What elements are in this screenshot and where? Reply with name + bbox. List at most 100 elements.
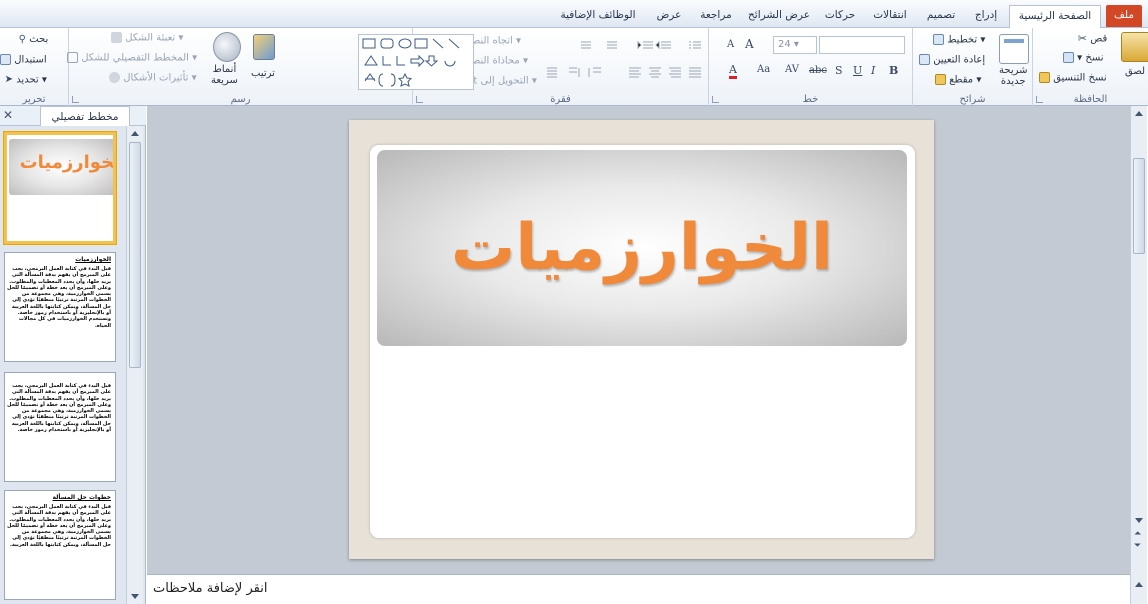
notes-placeholder[interactable]: انقر لإضافة ملاحظات — [153, 581, 267, 596]
copy-icon — [1063, 52, 1074, 63]
paragraph-buttons[interactable] — [543, 38, 703, 88]
slide-title[interactable]: الخوارزميات — [451, 211, 833, 285]
ltr-icon[interactable] — [569, 67, 580, 77]
columns-icon[interactable] — [581, 41, 591, 49]
bullets-icon[interactable] — [689, 41, 701, 49]
slide-thumbnail-1[interactable]: الخوارزميات — [4, 132, 116, 244]
line-spacing-icon[interactable] — [607, 41, 617, 49]
format-painter-button[interactable]: نسخ التنسيق — [1039, 72, 1107, 84]
paste-button[interactable]: لصق — [1125, 66, 1145, 77]
copy-button[interactable]: نسخ ▾ — [1063, 52, 1104, 64]
tab-insert[interactable]: إدراج — [967, 5, 1005, 27]
rtl-icon[interactable] — [588, 67, 601, 77]
brace-shape-icon[interactable] — [378, 73, 384, 87]
italic-button[interactable]: I — [871, 64, 875, 77]
tab-addins[interactable]: الوظائف الإضافية — [550, 5, 646, 27]
oval-shape-icon[interactable] — [398, 38, 412, 49]
rect-shape-icon[interactable] — [414, 38, 428, 49]
shadow-button[interactable]: S — [835, 64, 843, 77]
layout-button[interactable]: ▾ تخطيط — [933, 34, 985, 46]
font-dialog-launcher[interactable] — [712, 96, 719, 103]
shape-fill-button[interactable]: ▾ تعبئة الشكل — [111, 32, 183, 44]
grow-font-button[interactable]: A — [745, 37, 754, 51]
scroll-up-arrow-icon[interactable] — [131, 131, 139, 136]
slide-thumbnail-2[interactable]: الخوارزميات قبل البدء في كتابة العمل الب… — [4, 252, 116, 362]
canvas-scrollbar[interactable]: ⏶ ⏷ — [1130, 106, 1147, 574]
quick-styles-label-1: أنماط — [212, 64, 237, 75]
shapes-gallery-icons — [362, 38, 460, 87]
change-case-button[interactable]: Aa — [757, 64, 770, 75]
scroll-down-arrow-icon[interactable] — [131, 594, 139, 599]
shape-effects-button[interactable]: ▾ تأثيرات الأشكال — [109, 72, 197, 84]
notes-scroll-up-icon[interactable] — [1135, 582, 1143, 587]
slide-thumbnail-3[interactable]: قبل البدء في كتابة العمل البرمجي، يجب عل… — [4, 372, 116, 482]
align-right-icon[interactable] — [669, 67, 681, 78]
section-button[interactable]: ▾ مقطع — [935, 74, 981, 86]
slide-thumbnail-4[interactable]: خطوات حل المسألة قبل البدء في كتابة العم… — [4, 490, 116, 600]
tab-file[interactable]: ملف — [1106, 5, 1142, 27]
replace-button[interactable]: استبدال — [0, 54, 47, 66]
tab-slideshow[interactable]: عرض الشرائح — [744, 5, 814, 27]
canvas-scroll-thumb[interactable] — [1133, 158, 1145, 254]
decrease-indent-icon[interactable] — [655, 40, 671, 50]
columns-menu-icon[interactable] — [547, 67, 557, 78]
bold-button[interactable]: B — [889, 64, 898, 77]
star-shape-icon[interactable] — [397, 72, 413, 87]
freeform-shape-icon[interactable] — [364, 73, 376, 82]
tab-transitions[interactable]: انتقالات — [866, 5, 914, 27]
reset-button[interactable]: إعادة التعيين — [919, 54, 985, 66]
right-brace-shape-icon[interactable] — [390, 73, 396, 87]
quick-styles-button[interactable]: أنماط سريعة — [211, 64, 238, 86]
quick-styles-label-2: سريعة — [211, 75, 238, 86]
text-box-shape-icon[interactable] — [362, 38, 376, 49]
strikethrough-button[interactable]: abc — [809, 65, 827, 76]
arrange-button[interactable]: ترتيب — [251, 68, 275, 79]
character-spacing-button[interactable]: AV — [785, 64, 799, 75]
arrow-line-shape-icon[interactable] — [448, 38, 460, 49]
tab-design[interactable]: تصميم — [920, 5, 962, 27]
previous-slide-icon[interactable]: ⏶ — [1134, 530, 1141, 539]
elbow-connector-icon[interactable] — [382, 56, 391, 66]
paragraph-dialog-launcher[interactable] — [416, 96, 423, 103]
clipboard-dialog-launcher[interactable] — [1036, 96, 1043, 103]
select-button[interactable]: ▾ تحديد ➤ — [4, 74, 47, 86]
triangle-shape-icon[interactable] — [364, 55, 378, 66]
rounded-rect-shape-icon[interactable] — [380, 38, 394, 49]
canvas-scroll-down-icon[interactable] — [1135, 518, 1143, 523]
elbow-arrow-icon[interactable] — [396, 56, 405, 66]
cut-button[interactable]: قص ✂ — [1077, 32, 1107, 45]
shapes-gallery[interactable] — [358, 34, 474, 90]
slides-pane-scroll-thumb[interactable] — [129, 142, 141, 368]
font-name-combo[interactable] — [819, 36, 905, 54]
right-arrow-shape-icon[interactable] — [410, 54, 425, 68]
notes-pane[interactable]: انقر لإضافة ملاحظات — [147, 574, 1130, 604]
next-slide-icon[interactable]: ⏷ — [1134, 542, 1141, 551]
title-placeholder[interactable]: الخوارزميات — [377, 150, 907, 346]
new-slide-icon — [999, 34, 1029, 64]
font-size-combo[interactable]: 24 ▾ — [773, 36, 817, 54]
canvas-scroll-up-icon[interactable] — [1135, 111, 1143, 116]
shrink-font-button[interactable]: A — [727, 39, 734, 50]
increase-indent-icon[interactable] — [637, 40, 653, 50]
tab-animations[interactable]: حركات — [820, 5, 860, 27]
slide[interactable]: الخوارزميات — [370, 145, 915, 538]
slides-pane-scrollbar[interactable] — [126, 126, 143, 604]
underline-button[interactable]: U — [853, 64, 862, 77]
tab-view[interactable]: عرض — [650, 5, 688, 27]
justify-icon[interactable] — [689, 67, 701, 78]
down-arrow-shape-icon[interactable] — [424, 55, 439, 67]
tab-outline[interactable]: مخطط تفصيلي — [40, 106, 130, 126]
tab-review[interactable]: مراجعة — [692, 5, 740, 27]
new-slide-button[interactable]: شريحة جديدة — [999, 65, 1028, 87]
align-center-icon[interactable] — [649, 67, 661, 78]
tab-home[interactable]: الصفحة الرئيسية — [1009, 5, 1101, 29]
close-pane-icon[interactable]: ✕ — [3, 108, 13, 122]
line-shape-icon[interactable] — [432, 38, 444, 49]
notes-scrollbar[interactable] — [1130, 574, 1147, 604]
align-left-icon[interactable] — [629, 67, 641, 78]
arc-shape-icon[interactable] — [444, 60, 456, 67]
shape-outline-button[interactable]: ▾ المخطط التفصيلي للشكل — [67, 52, 197, 64]
drawing-dialog-launcher[interactable] — [72, 96, 79, 103]
font-color-button[interactable]: A — [729, 63, 737, 79]
find-button[interactable]: بحث ⚲ — [14, 34, 49, 45]
